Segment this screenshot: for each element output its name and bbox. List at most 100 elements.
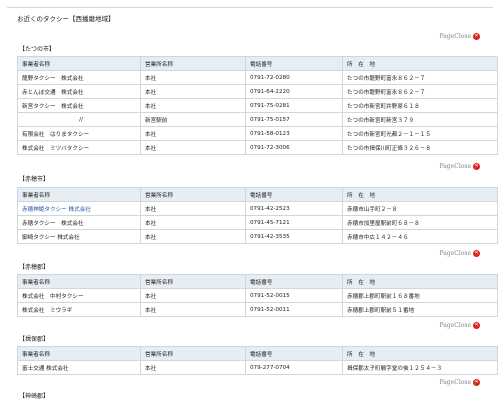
phone-cell: 079-277-0704 [245,360,343,375]
section-title-tatsuno: 【たつの市】 [19,46,56,53]
office-cell: 本社 [140,140,246,155]
page-close-button[interactable]: PageClose ✕ [439,32,480,40]
table-header-row: 事業者名称 営業所名称 電話番号 所 在 地 [17,346,498,361]
section-title-kanzaki-district: 【神崎郡】 [19,393,50,400]
page-close-button[interactable]: PageClose ✕ [439,162,480,170]
phone-cell: 0791-75-0157 [245,112,343,127]
top-divider [7,7,493,8]
close-icon: ✕ [473,249,480,257]
phone-cell: 0791-42-3535 [245,229,343,244]
address-cell: たつの市新宮町井野原６１８ [342,98,498,113]
table-row: 赤穂タクシー 株式会社 本社 0791-45-7121 赤穂市加里屋駅前町６８－… [17,215,498,230]
close-icon: ✕ [473,378,480,386]
address-cell: 赤穂市山手町２－８ [342,201,498,216]
office-cell: 本社 [140,215,246,230]
page: お近くのタクシー【西播磨地域】 PageClose ✕ 【たつの市】 事業者名称… [0,0,500,400]
company-cell: 赤穂タクシー 株式会社 [17,215,141,230]
taxi-table-ako-district: 事業者名称 営業所名称 電話番号 所 在 地 株式会社 中村タクシー 本社 07… [17,274,498,317]
header-address: 所 在 地 [342,274,498,289]
address-cell: たつの市揖保川町正條３２６－８ [342,140,498,155]
phone-cell: 0791-72-0280 [245,70,343,85]
company-cell: 富士交通 株式会社 [17,360,141,375]
table-row: 新宮タクシー 株式会社 本社 0791-75-0281 たつの市新宮町井野原６１… [17,98,498,113]
office-cell: 本社 [140,229,246,244]
table-row: 株式会社 ミツバタクシー 本社 0791-72-3006 たつの市揖保川町正條３… [17,140,498,155]
phone-cell: 0791-45-7121 [245,215,343,230]
header-company: 事業者名称 [17,187,141,202]
page-close-button[interactable]: PageClose ✕ [439,378,480,386]
header-company: 事業者名称 [17,56,141,71]
table-header-row: 事業者名称 営業所名称 電話番号 所 在 地 [17,56,498,71]
phone-cell: 0791-42-2523 [245,201,343,216]
company-cell: 株式会社 ミウラギ [17,302,141,317]
table-header-row: 事業者名称 営業所名称 電話番号 所 在 地 [17,187,498,202]
table-row: 富士交通 株式会社 本社 079-277-0704 揖保郡太子町鵤字堂の後１２５… [17,360,498,375]
table-row: // 新宮駅前 0791-75-0157 たつの市新宮町新宮３７９ [17,112,498,127]
office-cell: 本社 [140,98,246,113]
close-icon: ✕ [473,32,480,40]
section-title-ako-city: 【赤穂市】 [19,176,50,183]
address-cell: 赤穂市中広１４２－４６ [342,229,498,244]
office-cell: 本社 [140,288,246,303]
page-title: お近くのタクシー【西播磨地域】 [17,15,115,23]
header-company: 事業者名称 [17,274,141,289]
table-header-row: 事業者名称 営業所名称 電話番号 所 在 地 [17,274,498,289]
office-cell: 本社 [140,201,246,216]
page-close-button[interactable]: PageClose ✕ [439,249,480,257]
address-cell: たつの市新宮町光都２－１－１５ [342,126,498,141]
phone-cell: 0791-58-0123 [245,126,343,141]
header-phone: 電話番号 [245,274,343,289]
header-office: 営業所名称 [140,274,246,289]
address-cell: たつの市龍野町富永８６２－７ [342,84,498,99]
address-cell: 揖保郡太子町鵤字堂の後１２５４－３ [342,360,498,375]
table-row: 赤とんぼ交通 株式会社 本社 0791-64-2220 たつの市龍野町富永８６２… [17,84,498,99]
header-address: 所 在 地 [342,56,498,71]
company-cell: 株式会社 中村タクシー [17,288,141,303]
header-office: 営業所名称 [140,346,246,361]
taxi-table-ako-city: 事業者名称 営業所名称 電話番号 所 在 地 赤穂神姫タクシー 株式会社 本社 … [17,187,498,244]
office-cell: 本社 [140,360,246,375]
close-icon: ✕ [473,162,480,170]
page-close-label: PageClose [439,162,472,170]
header-office: 営業所名称 [140,187,246,202]
company-cell: 龍野タクシー 株式会社 [17,70,141,85]
header-company: 事業者名称 [17,346,141,361]
page-close-label: PageClose [439,378,472,386]
header-phone: 電話番号 [245,56,343,71]
section-title-ako-district: 【赤穂郡】 [19,264,50,271]
office-cell: 新宮駅前 [140,112,246,127]
address-cell: たつの市龍野町富永８６２－７ [342,70,498,85]
office-cell: 本社 [140,70,246,85]
page-close-button[interactable]: PageClose ✕ [439,321,480,329]
phone-cell: 0791-64-2220 [245,84,343,99]
taxi-table-ibo-district: 事業者名称 営業所名称 電話番号 所 在 地 富士交通 株式会社 本社 079-… [17,346,498,375]
header-phone: 電話番号 [245,346,343,361]
section-title-ibo-district: 【揖保郡】 [19,336,50,343]
phone-cell: 0791-52-0015 [245,288,343,303]
company-cell: 新宮タクシー 株式会社 [17,98,141,113]
page-close-label: PageClose [439,32,472,40]
page-close-label: PageClose [439,321,472,329]
table-row: 株式会社 ミウラギ 本社 0791-52-0011 赤穂郡上郡町駅前５１番地 [17,302,498,317]
company-cell: 赤とんぼ交通 株式会社 [17,84,141,99]
table-row: 赤穂神姫タクシー 株式会社 本社 0791-42-2523 赤穂市山手町２－８ [17,201,498,216]
office-cell: 本社 [140,126,246,141]
header-address: 所 在 地 [342,187,498,202]
phone-cell: 0791-52-0011 [245,302,343,317]
address-cell: 赤穂市加里屋駅前町６８－８ [342,215,498,230]
address-cell: たつの市新宮町新宮３７９ [342,112,498,127]
table-row: 御崎タクシー 株式会社 本社 0791-42-3535 赤穂市中広１４２－４６ [17,229,498,244]
phone-cell: 0791-72-3006 [245,140,343,155]
page-close-label: PageClose [439,249,472,257]
header-office: 営業所名称 [140,56,246,71]
company-link[interactable]: 赤穂神姫タクシー 株式会社 [17,201,141,216]
company-cell: 株式会社 ミツバタクシー [17,140,141,155]
table-row: 龍野タクシー 株式会社 本社 0791-72-0280 たつの市龍野町富永８６２… [17,70,498,85]
office-cell: 本社 [140,302,246,317]
close-icon: ✕ [473,321,480,329]
taxi-table-tatsuno: 事業者名称 営業所名称 電話番号 所 在 地 龍野タクシー 株式会社 本社 07… [17,56,498,155]
office-cell: 本社 [140,84,246,99]
address-cell: 赤穂郡上郡町駅前５１番地 [342,302,498,317]
header-address: 所 在 地 [342,346,498,361]
company-cell: 有限会社 はりまタクシー [17,126,141,141]
